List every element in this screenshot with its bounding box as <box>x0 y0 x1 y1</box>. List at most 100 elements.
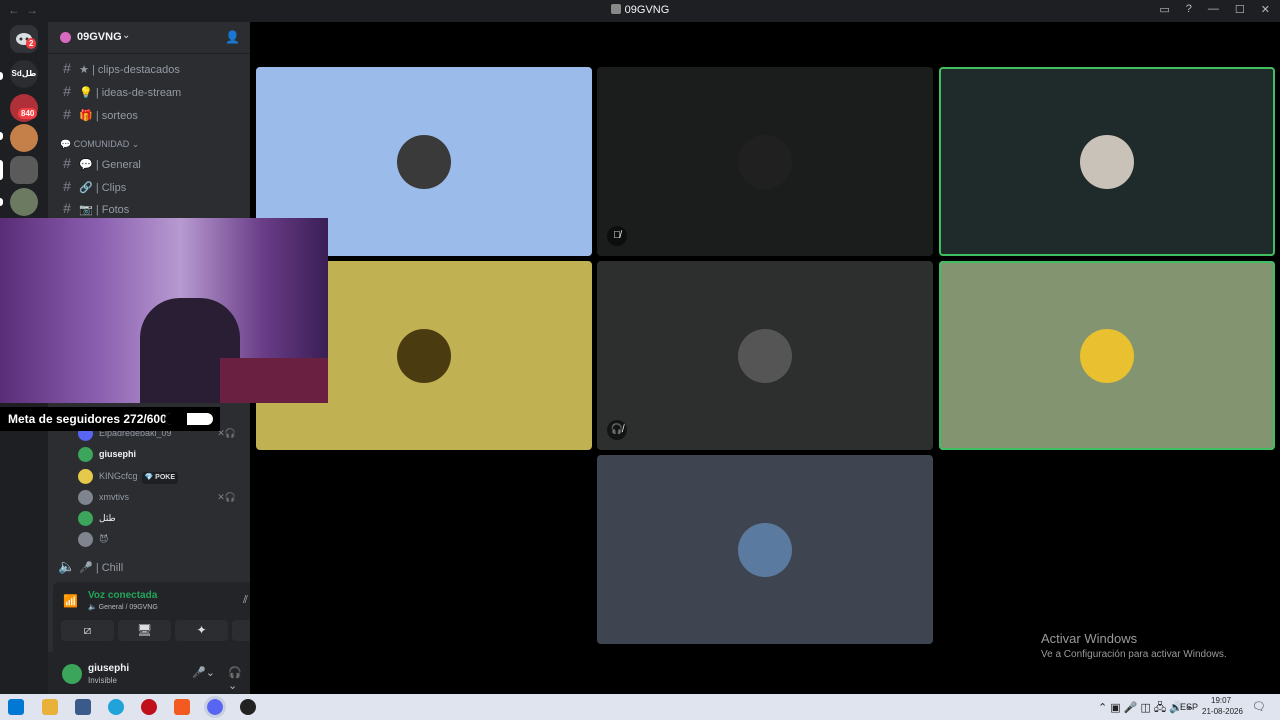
voice-user-name: 😈 <box>99 534 109 544</box>
microphone-icon[interactable]: 🎤⌄ <box>192 666 215 679</box>
category-comunidad[interactable]: 💬 COMUNIDAD ⌄ <box>60 139 139 150</box>
voice-location[interactable]: 🔈 General / 09GVNG <box>88 603 158 611</box>
channel-label: | ideas-de-stream <box>95 87 182 99</box>
app-icon[interactable] <box>141 699 157 715</box>
participant-tile[interactable]: 🎧̸ <box>597 261 933 450</box>
add-member-icon[interactable]: 👤 <box>225 30 240 44</box>
server-icon-6[interactable] <box>10 188 38 216</box>
start-icon[interactable] <box>8 699 24 715</box>
hash-icon: # <box>63 178 71 194</box>
window-title: 09GVNG <box>0 4 1280 16</box>
streamer-webcam-overlay <box>0 218 328 403</box>
deafened-icon: 🎧̸ <box>607 420 627 440</box>
guild-name[interactable]: 09GVNG <box>77 31 122 43</box>
voice-user-name: giusephi <box>99 449 137 459</box>
camera-off-icon: ⧄ <box>83 623 92 637</box>
participant-tile[interactable] <box>939 261 1275 450</box>
avatar <box>78 511 93 527</box>
server-3-badge: 840 <box>18 108 38 119</box>
unread-pill <box>0 198 3 206</box>
windows-activation-watermark: Activar Windows Ve a Configuración para … <box>1041 631 1227 660</box>
avatar[interactable] <box>62 664 82 684</box>
file-explorer-icon[interactable] <box>42 699 58 715</box>
avatar <box>78 490 93 506</box>
channel-label: | Clips <box>95 182 127 194</box>
voice-channel-chill[interactable]: 🔈 🎤 | Chill <box>58 556 244 576</box>
channel-label: | sorteos <box>95 110 138 122</box>
headphones-icon[interactable]: 🎧⌄ <box>228 666 250 692</box>
mail-icon[interactable] <box>75 699 91 715</box>
voice-user[interactable]: 😈 <box>78 529 244 549</box>
voice-status[interactable]: Voz conectada <box>88 590 157 601</box>
avatar <box>738 134 792 189</box>
channel-clips[interactable]: # 🔗 | Clips <box>58 176 244 196</box>
avatar <box>1080 134 1134 189</box>
server-icon-09gvng[interactable] <box>10 156 38 184</box>
user-name[interactable]: giusephi <box>88 663 129 674</box>
help-icon[interactable]: ? <box>1186 3 1192 16</box>
participant-tile[interactable] <box>597 455 933 644</box>
avatar <box>397 328 451 383</box>
edge-icon[interactable] <box>108 699 124 715</box>
watermark-title: Activar Windows <box>1041 631 1138 646</box>
guild-header[interactable]: 09GVNG ⌄ 👤 <box>48 22 250 54</box>
discord-taskbar-icon[interactable] <box>204 696 226 718</box>
minimize-button[interactable]: — <box>1208 3 1219 16</box>
voice-user-name: طثل <box>99 513 116 523</box>
clan-tag-badge: 💎 POKE <box>141 472 179 484</box>
server-icon-sd[interactable]: Sdطل <box>10 60 38 88</box>
channel-general[interactable]: # 💬 | General <box>58 153 244 173</box>
inbox-icon[interactable]: ▭ <box>1159 3 1169 16</box>
channel-clips-destacados[interactable]: # ★ | clips-destacados <box>58 58 244 78</box>
server-icon <box>610 4 621 14</box>
activities-button[interactable]: ✦ <box>175 620 228 641</box>
screen-share-icon: 🖥 <box>136 623 153 637</box>
watermark-subtitle: Ve a Configuración para activar Windows. <box>1041 649 1227 660</box>
camera-off-button[interactable]: ⧄ <box>61 620 114 641</box>
windows-taskbar: ⌃ ▣ 🎤 ◫ 🖧 🔊 ⌁ ESP 19:07 21-08-2026 🗨 <box>0 694 1280 720</box>
channel-emoji: ★ <box>79 64 89 76</box>
participant-tile[interactable] <box>939 67 1275 256</box>
channel-sorteos[interactable]: # 🎁 | sorteos <box>58 104 244 124</box>
voice-user[interactable]: giusephi <box>78 444 244 464</box>
screen-share-button[interactable]: 🖥 <box>118 620 171 641</box>
server-icon-4[interactable] <box>10 124 38 152</box>
muted-icon: 🎙̸ <box>607 226 627 246</box>
clock-date[interactable]: 21-08-2026 <box>1202 707 1243 716</box>
activities-icon: ✦ <box>196 623 207 637</box>
voice-user-name: KINGcfcg <box>99 471 138 481</box>
language-indicator[interactable]: ESP <box>1180 702 1198 712</box>
window-controls: ▭ ? — ☐ ✕ <box>1159 3 1270 16</box>
channel-ideas-de-stream[interactable]: # 💡 | ideas-de-stream <box>58 81 244 101</box>
voice-user-name: xmvtivs <box>99 492 129 502</box>
category-label: COMUNIDAD <box>73 139 130 149</box>
channel-emoji: 💬 <box>79 159 93 171</box>
hash-icon: # <box>63 106 71 122</box>
voice-location-text: General / 09GVNG <box>98 604 158 611</box>
close-button[interactable]: ✕ <box>1261 3 1270 16</box>
chevron-down-icon[interactable]: ⌄ <box>122 30 130 41</box>
avatar <box>397 134 451 189</box>
hash-icon: # <box>63 200 71 216</box>
tray-icons[interactable]: ⌃ ▣ 🎤 ◫ 🖧 🔊 ⌁ <box>1098 699 1193 718</box>
discord-app: ←→ 09GVNG ▭ ? — ☐ ✕ 2 Sdطل 840 09GVNG ⌄ … <box>0 0 1280 720</box>
avatar <box>78 532 93 548</box>
channel-label: | Fotos <box>95 204 130 216</box>
obs-icon[interactable] <box>240 699 256 715</box>
channel-emoji: 📷 <box>79 204 93 216</box>
participant-tile[interactable]: 🎙̸ <box>597 67 933 256</box>
channel-fotos[interactable]: # 📷 | Fotos <box>58 198 244 218</box>
hash-icon: # <box>63 83 71 99</box>
voice-user[interactable]: طثل <box>78 508 244 528</box>
guild-boost-icon <box>60 32 71 43</box>
clock-time[interactable]: 19:07 <box>1211 696 1231 705</box>
maximize-button[interactable]: ☐ <box>1235 3 1245 16</box>
noise-suppression-icon[interactable]: ⫽ <box>243 594 248 607</box>
channel-emoji: 💡 <box>79 87 93 99</box>
notification-icon[interactable]: 🗨 <box>1252 700 1266 713</box>
voice-user[interactable]: KINGcfcg 💎 POKE <box>78 466 244 486</box>
brave-icon[interactable] <box>174 699 190 715</box>
follower-goal-overlay: Meta de seguidores 272/600 <box>0 407 220 431</box>
avatar <box>78 469 93 485</box>
voice-user[interactable]: xmvtivs ✕🎧 <box>78 487 244 507</box>
